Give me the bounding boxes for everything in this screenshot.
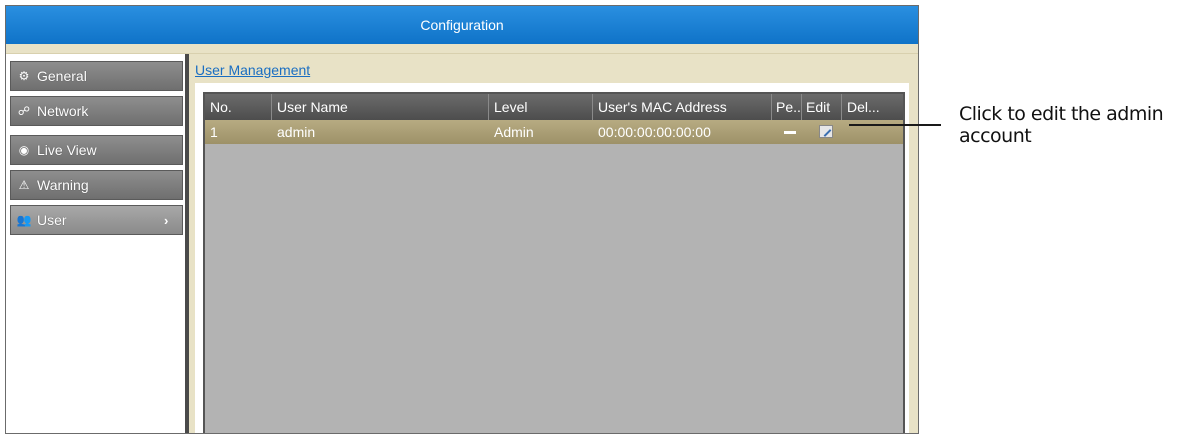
chevron-right-icon: › — [164, 212, 169, 228]
column-divider — [592, 94, 593, 120]
cell-user-name: admin — [277, 124, 316, 140]
gear-icon: ⚙ — [18, 69, 30, 83]
warning-icon: ⚠ — [18, 178, 30, 192]
cell-level: Admin — [494, 124, 534, 140]
column-divider — [841, 94, 842, 120]
sidebar-item-live-view[interactable]: ◉ Live View — [10, 135, 183, 165]
sidebar-item-label: Network — [37, 103, 89, 119]
column-divider — [271, 94, 272, 120]
column-header-delete[interactable]: Del... — [847, 94, 897, 120]
sidebar-item-label: General — [37, 68, 87, 84]
sidebar-item-user[interactable]: 👥 User › — [10, 205, 183, 235]
table-header: No. User Name Level User's MAC Address P… — [205, 94, 903, 120]
sidebar-item-label: Warning — [37, 177, 89, 193]
network-icon: ☍ — [17, 104, 31, 118]
callout-line — [849, 124, 941, 126]
column-header-edit[interactable]: Edit — [806, 94, 839, 120]
column-header-mac-address[interactable]: User's MAC Address — [598, 94, 768, 120]
column-header-permission[interactable]: Pe.. — [776, 94, 800, 120]
column-divider — [801, 94, 802, 120]
user-table: No. User Name Level User's MAC Address P… — [203, 92, 905, 433]
user-panel: No. User Name Level User's MAC Address P… — [195, 84, 909, 433]
permission-dash-icon[interactable] — [784, 131, 796, 134]
window-title: Configuration — [6, 6, 918, 44]
eye-icon: ◉ — [18, 143, 30, 157]
tab-user-management[interactable]: User Management — [195, 62, 310, 78]
sidebar: ⚙ General ☍ Network ◉ Live View ⚠ Warnin… — [6, 54, 189, 433]
title-strip — [6, 44, 918, 54]
configuration-window: Configuration ⚙ General ☍ Network ◉ Live… — [5, 5, 919, 434]
column-divider — [771, 94, 772, 120]
column-header-level[interactable]: Level — [494, 94, 584, 120]
sidebar-item-label: User — [37, 212, 67, 228]
cell-no: 1 — [210, 124, 218, 140]
edit-icon[interactable] — [819, 125, 833, 138]
sidebar-item-label: Live View — [37, 142, 97, 158]
sidebar-item-warning[interactable]: ⚠ Warning — [10, 170, 183, 200]
column-divider — [488, 94, 489, 120]
main-content: User Management No. User Name Level User… — [189, 54, 918, 433]
users-icon: 👥 — [16, 213, 32, 227]
cell-mac-address: 00:00:00:00:00:00 — [598, 124, 711, 140]
callout-text: Click to edit the admin account — [959, 103, 1164, 147]
column-header-user-name[interactable]: User Name — [277, 94, 477, 120]
sidebar-item-network[interactable]: ☍ Network — [10, 96, 183, 126]
column-header-no[interactable]: No. — [210, 94, 270, 120]
table-row[interactable]: 1 admin Admin 00:00:00:00:00:00 — [205, 120, 903, 144]
sidebar-item-general[interactable]: ⚙ General — [10, 61, 183, 91]
